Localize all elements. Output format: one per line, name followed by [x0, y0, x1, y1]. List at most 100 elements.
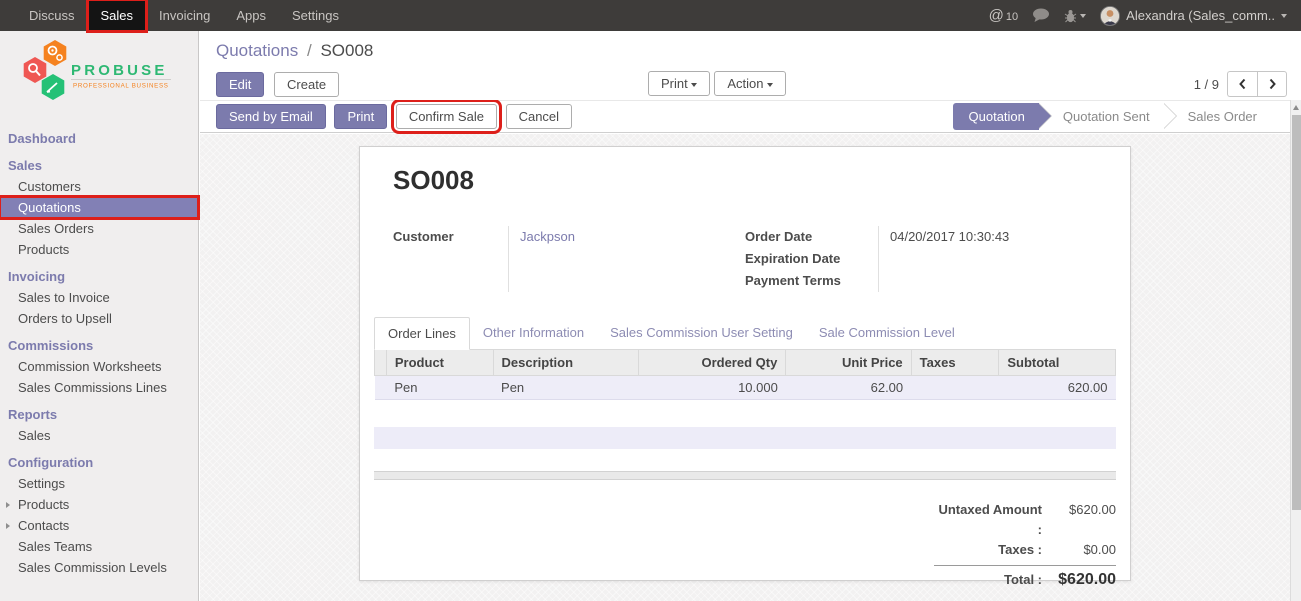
- print-label: Print: [661, 76, 688, 91]
- tab-sales-commission-user-setting[interactable]: Sales Commission User Setting: [597, 317, 806, 350]
- untaxed-amount-label: Untaxed Amount :: [934, 500, 1042, 540]
- notebook-tabs: Order Lines Other Information Sales Comm…: [374, 316, 1116, 350]
- top-menu: Discuss Sales Invoicing Apps Settings: [16, 0, 352, 31]
- empty-list-stripe: [374, 427, 1116, 449]
- vertical-scrollbar[interactable]: [1290, 100, 1301, 601]
- probuse-logo: PROBUSE PROFESSIONAL BUSINESS: [0, 31, 198, 114]
- chevron-right-icon: [1268, 78, 1277, 90]
- sidebar-item-quotations[interactable]: Quotations: [0, 197, 198, 218]
- col-product[interactable]: Product: [386, 350, 493, 376]
- breadcrumb-quotations-link[interactable]: Quotations: [216, 41, 298, 60]
- tab-order-lines[interactable]: Order Lines: [374, 317, 470, 350]
- create-button[interactable]: Create: [274, 72, 339, 97]
- row-handle: [375, 376, 387, 400]
- scrollbar-up-button[interactable]: [1291, 100, 1301, 114]
- sidebar-header-sales[interactable]: Sales: [0, 155, 198, 176]
- messages-button[interactable]: [1032, 8, 1050, 23]
- sidebar-item-sales-teams[interactable]: Sales Teams: [0, 536, 198, 557]
- field-groups: Customer Jackpson Order Date Expiration …: [393, 226, 1097, 292]
- top-menu-sales[interactable]: Sales: [88, 0, 147, 31]
- top-menu-discuss[interactable]: Discuss: [16, 0, 88, 31]
- main-panel: Quotations / SO008 Edit Create Print Act…: [200, 31, 1301, 601]
- status-step-quotation[interactable]: Quotation: [953, 103, 1039, 130]
- svg-text:PROBUSE: PROBUSE: [71, 62, 168, 79]
- sidebar-header-configuration[interactable]: Configuration: [0, 452, 198, 473]
- tab-sale-commission-level[interactable]: Sale Commission Level: [806, 317, 968, 350]
- user-menu[interactable]: Alexandra (Sales_comm..: [1100, 6, 1287, 26]
- sidebar-header-invoicing[interactable]: Invoicing: [0, 266, 198, 287]
- sidebar-item-settings[interactable]: Settings: [0, 473, 198, 494]
- cell-taxes: [911, 376, 999, 400]
- col-ordered-qty[interactable]: Ordered Qty: [639, 350, 786, 376]
- sidebar-item-products[interactable]: Products: [0, 239, 198, 260]
- col-subtotal[interactable]: Subtotal: [999, 350, 1116, 376]
- order-date-value: 04/20/2017 10:30:43: [890, 226, 1097, 248]
- sheet-header: SO008 Customer Jackpson Ord: [374, 165, 1116, 292]
- expiration-date-label: Expiration Date: [745, 248, 878, 270]
- sidebar-header-reports[interactable]: Reports: [0, 404, 198, 425]
- cell-subtotal: 620.00: [999, 376, 1116, 400]
- print-quotation-button[interactable]: Print: [334, 104, 387, 129]
- sidebar-item-config-contacts[interactable]: Contacts: [0, 515, 198, 536]
- sidebar-item-customers[interactable]: Customers: [0, 176, 198, 197]
- status-step-sales-order[interactable]: Sales Order: [1164, 103, 1271, 130]
- status-pipeline: Quotation Quotation Sent Sales Order: [953, 103, 1271, 130]
- pager-next-button[interactable]: [1257, 71, 1287, 97]
- top-navbar: Discuss Sales Invoicing Apps Settings @ …: [0, 0, 1301, 31]
- chevron-left-icon: [1238, 78, 1247, 90]
- cell-unit-price: 62.00: [786, 376, 911, 400]
- chat-bubble-icon: [1032, 8, 1050, 23]
- edit-button[interactable]: Edit: [216, 72, 264, 97]
- sidebar: PROBUSE PROFESSIONAL BUSINESS Dashboard …: [0, 31, 199, 601]
- workflow-buttons: Send by Email Print Confirm Sale Cancel: [216, 104, 577, 129]
- expiration-date-value: [890, 248, 1097, 270]
- systray: @ 10: [989, 6, 1287, 26]
- order-line-row[interactable]: Pen Pen 10.000 62.00 620.00: [375, 376, 1116, 400]
- sidebar-item-commission-worksheets[interactable]: Commission Worksheets: [0, 356, 198, 377]
- order-lines-table: Product Description Ordered Qty Unit Pri…: [374, 350, 1116, 400]
- totals-divider: [934, 565, 1116, 566]
- send-by-email-button[interactable]: Send by Email: [216, 104, 326, 129]
- scrollbar-thumb[interactable]: [1292, 115, 1301, 510]
- top-menu-settings[interactable]: Settings: [279, 0, 352, 31]
- sidebar-item-reports-sales[interactable]: Sales: [0, 425, 198, 446]
- cell-description: Pen: [493, 376, 639, 400]
- confirm-sale-button[interactable]: Confirm Sale: [396, 104, 497, 129]
- search-hexagon-icon: [24, 57, 47, 83]
- sidebar-header-commissions[interactable]: Commissions: [0, 335, 198, 356]
- cancel-button[interactable]: Cancel: [506, 104, 572, 129]
- sidebar-item-config-products[interactable]: Products: [0, 494, 198, 515]
- pager-value: 1 / 9: [1194, 77, 1219, 92]
- tab-other-information[interactable]: Other Information: [470, 317, 597, 350]
- sidebar-header-dashboard[interactable]: Dashboard: [0, 128, 198, 149]
- form-sheet: SO008 Customer Jackpson Ord: [359, 146, 1131, 581]
- pager: 1 / 9: [1194, 71, 1287, 97]
- sidebar-item-sales-orders[interactable]: Sales Orders: [0, 218, 198, 239]
- chevron-right-icon: [6, 502, 10, 508]
- action-dropdown-button[interactable]: Action: [714, 71, 786, 96]
- col-taxes[interactable]: Taxes: [911, 350, 999, 376]
- totals-block: Untaxed Amount : $620.00 Taxes : $0.00 T…: [934, 500, 1116, 590]
- chevron-right-icon: [6, 523, 10, 529]
- breadcrumb-current: SO008: [320, 41, 373, 60]
- customer-value-link[interactable]: Jackpson: [520, 226, 745, 248]
- pager-previous-button[interactable]: [1227, 71, 1257, 97]
- sidebar-item-orders-to-upsell[interactable]: Orders to Upsell: [0, 308, 198, 329]
- cell-ordered-qty: 10.000: [639, 376, 786, 400]
- activities-counter[interactable]: @ 10: [989, 7, 1018, 24]
- top-menu-invoicing[interactable]: Invoicing: [146, 0, 223, 31]
- col-description[interactable]: Description: [493, 350, 639, 376]
- print-dropdown-button[interactable]: Print: [648, 71, 710, 96]
- sidebar-item-sales-commissions-lines[interactable]: Sales Commissions Lines: [0, 377, 198, 398]
- svg-text:PROFESSIONAL BUSINESS: PROFESSIONAL BUSINESS: [73, 83, 169, 90]
- status-step-quotation-sent[interactable]: Quotation Sent: [1039, 103, 1164, 130]
- sidebar-item-sales-commission-levels[interactable]: Sales Commission Levels: [0, 557, 198, 578]
- debug-menu-button[interactable]: [1064, 9, 1086, 23]
- print-action-buttons: Print Action: [648, 71, 786, 96]
- top-menu-apps[interactable]: Apps: [223, 0, 279, 31]
- table-header-row: Product Description Ordered Qty Unit Pri…: [375, 350, 1116, 376]
- sidebar-item-sales-to-invoice[interactable]: Sales to Invoice: [0, 287, 198, 308]
- col-unit-price[interactable]: Unit Price: [786, 350, 911, 376]
- scrollbar-up-icon: [1293, 105, 1299, 110]
- control-panel: Quotations / SO008 Edit Create Print Act…: [200, 31, 1301, 100]
